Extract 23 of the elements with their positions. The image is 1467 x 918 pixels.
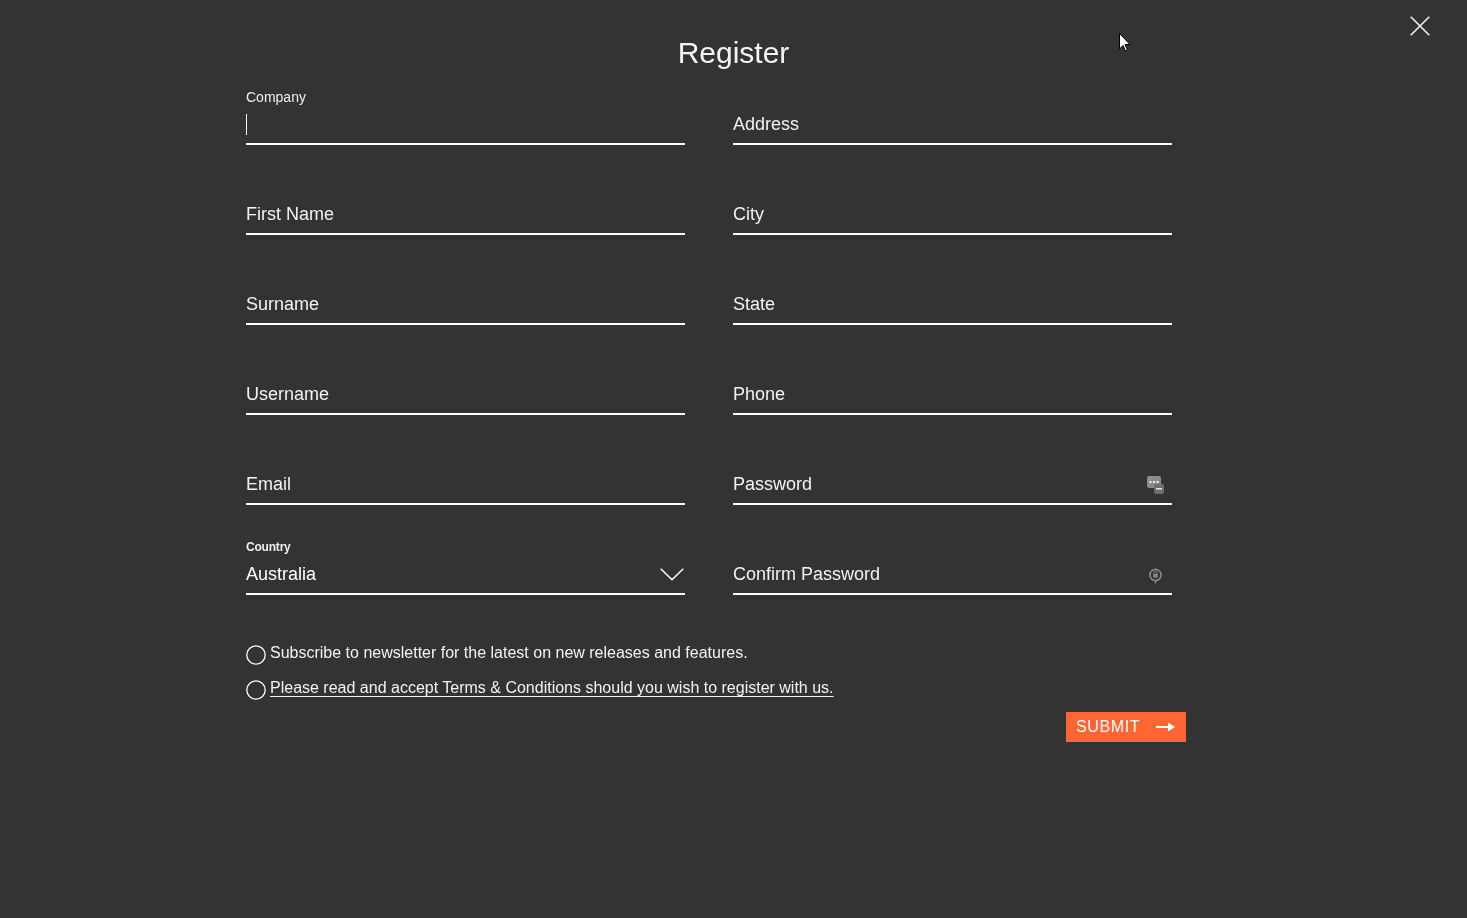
input-field[interactable]: Surname <box>246 286 685 325</box>
checkbox[interactable] <box>246 645 266 665</box>
checkbox-label: Subscribe to newsletter for the latest on new releases and features. <box>270 643 748 663</box>
field-label: Country <box>246 539 291 556</box>
input-field[interactable]: Address <box>733 106 1172 145</box>
mouse-pointer-icon <box>1119 33 1131 52</box>
checkbox[interactable] <box>246 680 266 700</box>
input-field[interactable]: Email <box>246 466 685 505</box>
input-field[interactable]: First Name <box>246 196 685 235</box>
dropdown[interactable]: Australia <box>246 556 685 595</box>
lock-circle-icon[interactable] <box>1149 568 1162 584</box>
input-field[interactable]: City <box>733 196 1172 235</box>
chevron-down-icon <box>660 568 684 581</box>
dialog-title: Register <box>677 35 790 71</box>
input-field[interactable]: Phone <box>733 376 1172 415</box>
arrow-right-icon <box>1156 721 1176 733</box>
terms-link[interactable]: Please read and accept Terms & Conditions should you wish to register with us. <box>270 678 834 698</box>
input-field[interactable]: Username <box>246 376 685 415</box>
password-dots-icon[interactable] <box>1147 476 1164 494</box>
input-field[interactable]: Confirm Password <box>733 556 1172 595</box>
close-icon[interactable] <box>1410 16 1430 36</box>
input-field[interactable]: State <box>733 286 1172 325</box>
field-label: Company <box>246 88 306 106</box>
